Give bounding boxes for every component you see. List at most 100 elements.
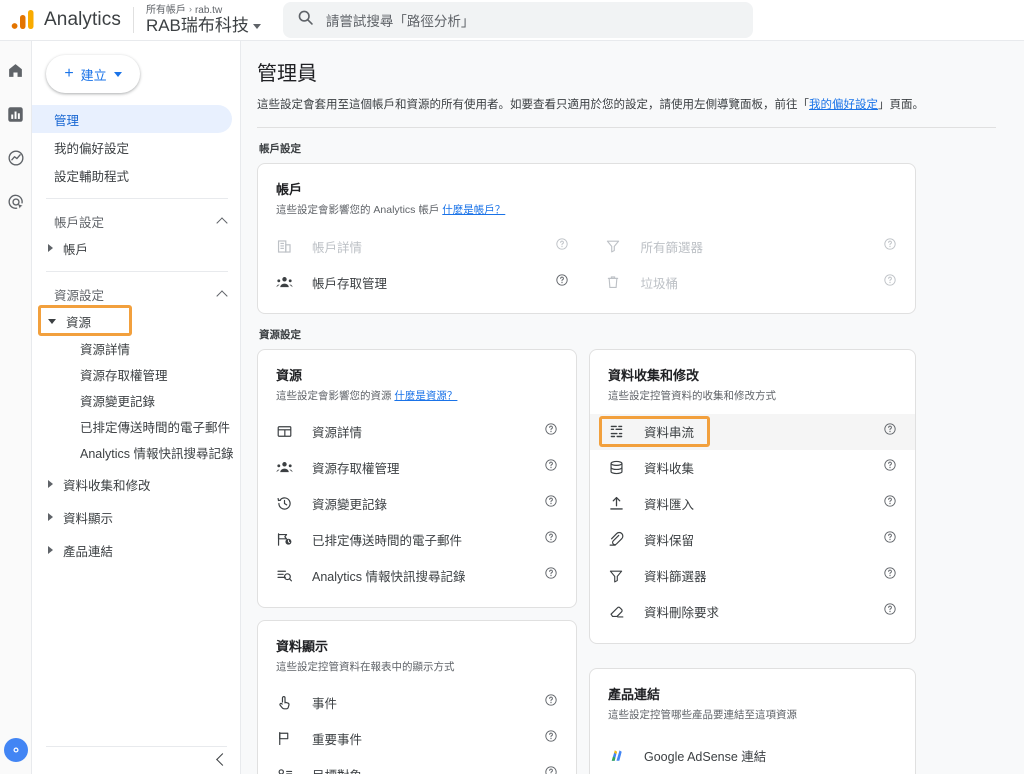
my-preferences-link[interactable]: 我的偏好設定: [809, 99, 878, 111]
sidebar-group-data-collection[interactable]: 資料收集和修改: [32, 470, 240, 498]
data-display-card: 資料顯示 這些設定控管資料在報表中的顯示方式 事件: [257, 620, 577, 774]
help-icon[interactable]: [883, 237, 897, 256]
search-bar[interactable]: 請嘗試搜尋「路徑分析」: [283, 2, 753, 38]
main-content: 管理員 這些設定會套用至這個帳戶和資源的所有使用者。如要查看只適用於您的設定，請…: [241, 41, 1024, 774]
home-icon[interactable]: [5, 59, 27, 81]
gear-icon[interactable]: [4, 738, 28, 762]
brand-divider: [133, 7, 134, 33]
row-label: 垃圾桶: [641, 273, 884, 292]
row-data-retention[interactable]: 資料保留: [590, 522, 915, 558]
row-data-deletion-requests[interactable]: 資料刪除要求: [590, 594, 915, 630]
row-data-collection[interactable]: 資料收集: [590, 450, 915, 486]
help-icon[interactable]: [544, 765, 558, 774]
sidebar-group-label: 帳戶: [63, 239, 88, 258]
sidebar-divider: [46, 198, 228, 199]
help-icon[interactable]: [544, 458, 558, 477]
row-label: 資料串流: [644, 422, 883, 441]
product-links-card: 產品連結 這些設定控管哪些產品要連結至這項資源 Google AdSen: [589, 668, 916, 774]
property-details-icon: [276, 423, 298, 440]
sidebar-section-property-settings[interactable]: 資源設定: [32, 281, 240, 307]
sidebar-item-scheduled-emails[interactable]: 已排定傳送時間的電子郵件: [32, 413, 240, 439]
help-icon[interactable]: [883, 602, 897, 621]
sidebar-item-intelligence-search-history[interactable]: Analytics 情報快訊搜尋記錄: [32, 439, 240, 465]
help-icon[interactable]: [544, 422, 558, 441]
chevron-down-icon: [253, 24, 261, 29]
sidebar-item-property-access[interactable]: 資源存取權管理: [32, 361, 240, 387]
sidebar-section-label: 資源設定: [54, 285, 104, 304]
row-intelligence-search-history[interactable]: Analytics 情報快訊搜尋記錄: [258, 558, 576, 594]
row-data-streams[interactable]: 資料串流: [590, 414, 915, 450]
scheduled-email-icon: [276, 531, 298, 548]
row-property-details[interactable]: 資源詳情: [258, 414, 576, 450]
sidebar-item-my-preferences[interactable]: 我的偏好設定: [32, 133, 232, 161]
icon-rail: [0, 41, 32, 774]
help-icon[interactable]: [883, 422, 897, 441]
sidebar-item-admin[interactable]: 管理: [32, 105, 232, 133]
row-data-filters[interactable]: 資料篩選器: [590, 558, 915, 594]
property-name: RAB瑞布科技: [146, 17, 249, 36]
row-audiences[interactable]: 目標對象: [258, 757, 576, 774]
explore-icon[interactable]: [5, 147, 27, 169]
row-property-access-management[interactable]: 資源存取權管理: [258, 450, 576, 486]
row-events[interactable]: 事件: [258, 685, 576, 721]
help-icon[interactable]: [883, 566, 897, 585]
help-icon[interactable]: [555, 237, 569, 256]
row-property-change-history[interactable]: 資源變更記錄: [258, 486, 576, 522]
chevron-up-icon: [216, 290, 227, 301]
triangle-right-icon: [48, 546, 53, 554]
eraser-icon: [608, 603, 630, 620]
property-name-row: RAB瑞布科技: [146, 17, 261, 36]
help-icon[interactable]: [544, 494, 558, 513]
property-card: 資源 這些設定會影響您的資源 什麼是資源？ 資源詳情: [257, 349, 577, 608]
row-data-import[interactable]: 資料匯入: [590, 486, 915, 522]
breadcrumb: 所有帳戶 › rab.tw: [146, 5, 261, 16]
sidebar-item-label: 我的偏好設定: [54, 138, 129, 157]
help-icon[interactable]: [544, 729, 558, 748]
page-description-post: 」頁面。: [878, 99, 924, 111]
sidebar-item-property-change-history[interactable]: 資源變更記錄: [32, 387, 240, 413]
chevron-left-icon[interactable]: [216, 753, 229, 766]
row-all-filters[interactable]: 所有篩選器: [587, 228, 916, 264]
help-icon[interactable]: [544, 530, 558, 549]
sidebar-item-setup-assistant[interactable]: 設定輔助程式: [32, 161, 232, 189]
help-icon[interactable]: [544, 693, 558, 712]
sidebar-group-product-links[interactable]: 產品連結: [32, 536, 240, 564]
row-trash-can[interactable]: 垃圾桶: [587, 264, 916, 300]
sidebar-item-property-details[interactable]: 資源詳情: [32, 335, 240, 361]
help-icon[interactable]: [544, 566, 558, 585]
help-icon[interactable]: [883, 530, 897, 549]
what-is-property-link[interactable]: 什麼是資源？: [394, 390, 457, 402]
create-button[interactable]: + 建立: [46, 55, 140, 93]
breadcrumb-separator: ›: [189, 5, 192, 15]
sidebar-footer: [32, 738, 241, 774]
filter-funnel-icon: [605, 238, 627, 254]
row-account-details[interactable]: 帳戶詳情: [258, 228, 587, 264]
row-label: 重要事件: [312, 729, 544, 748]
row-scheduled-emails[interactable]: 已排定傳送時間的電子郵件: [258, 522, 576, 558]
help-icon[interactable]: [555, 273, 569, 292]
help-icon[interactable]: [883, 494, 897, 513]
content-divider: [257, 127, 996, 128]
sidebar-group-data-display[interactable]: 資料顯示: [32, 503, 240, 531]
sidebar-section-account-settings[interactable]: 帳戶設定: [32, 208, 240, 234]
sidebar-group-property[interactable]: 資源: [32, 307, 240, 335]
data-display-card-subtitle: 這些設定控管資料在報表中的顯示方式: [258, 660, 576, 676]
reports-bar-chart-icon[interactable]: [5, 103, 27, 125]
help-icon[interactable]: [883, 458, 897, 477]
help-icon[interactable]: [883, 273, 897, 292]
breadcrumb-root: 所有帳戶: [146, 5, 186, 16]
search-placeholder: 請嘗試搜尋「路徑分析」: [326, 10, 475, 30]
row-adsense-link[interactable]: Google AdSense 連結: [590, 736, 915, 774]
row-key-events[interactable]: 重要事件: [258, 721, 576, 757]
history-clock-icon: [276, 495, 298, 512]
advertising-target-icon[interactable]: [5, 191, 27, 213]
row-account-access-management[interactable]: 帳戶存取管理: [258, 264, 587, 300]
account-selector[interactable]: 所有帳戶 › rab.tw RAB瑞布科技: [146, 5, 261, 36]
sidebar-item-label: Analytics 情報快訊搜尋記錄: [80, 443, 234, 462]
page-description-pre: 這些設定會套用至這個帳戶和資源的所有使用者。如要查看只適用於您的設定，請使用左側…: [257, 99, 809, 111]
data-retention-icon: [608, 531, 630, 548]
what-is-account-link[interactable]: 什麼是帳戶？: [442, 204, 505, 216]
sidebar-group-account[interactable]: 帳戶: [32, 234, 240, 262]
database-icon: [608, 459, 630, 476]
sidebar-section-label: 帳戶設定: [54, 212, 104, 231]
